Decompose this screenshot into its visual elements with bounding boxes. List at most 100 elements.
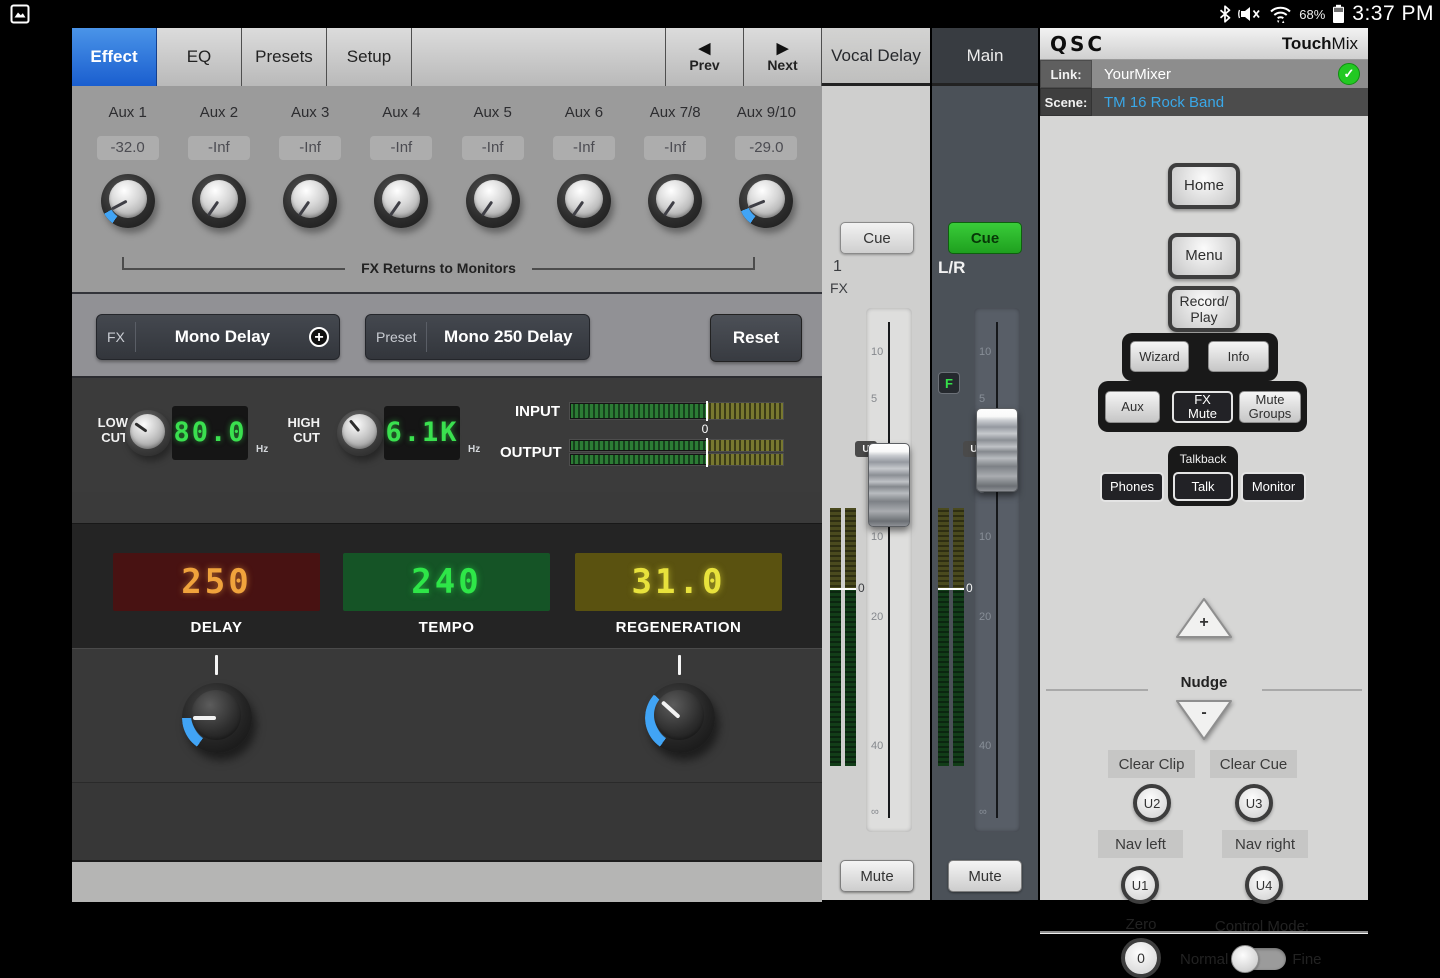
next-button[interactable]: ▶ Next [744, 28, 822, 86]
aux-value-field[interactable]: -Inf [279, 136, 341, 160]
aux-send-knob[interactable] [739, 174, 793, 228]
regeneration-knob[interactable] [645, 683, 715, 753]
fx-returns-section: Aux 1 -32.0 Aux 2 -Inf Aux 3 -Inf [72, 86, 822, 292]
strip-title: Vocal Delay [822, 28, 930, 86]
fader-handle[interactable] [976, 408, 1018, 492]
nudge-down-button[interactable]: - [1174, 698, 1234, 747]
aux-send-knob[interactable] [283, 174, 337, 228]
prev-button[interactable]: ◀ Prev [666, 28, 744, 86]
link-row: Link: YourMixer ✓ [1040, 60, 1368, 88]
aux-label: Aux 1 [108, 104, 146, 126]
aux-label: Aux 5 [473, 104, 511, 126]
aux-send-knob[interactable] [374, 174, 428, 228]
link-connected-check-icon: ✓ [1338, 63, 1360, 85]
aux-value-field[interactable]: -Inf [553, 136, 615, 160]
preset-tag: Preset [366, 322, 427, 353]
brand-header: QSC TouchMix [1040, 28, 1368, 60]
aux-value-field[interactable]: -Inf [188, 136, 250, 160]
home-button[interactable]: Home [1168, 163, 1240, 209]
phones-button[interactable]: Phones [1100, 472, 1164, 502]
scale-10: 10 [871, 346, 883, 358]
zero-button[interactable]: 0 [1121, 938, 1161, 978]
next-arrow-icon: ▶ [777, 41, 789, 57]
aux-channel-78: Aux 7/8 -Inf [630, 104, 721, 228]
talk-button[interactable]: Talk [1173, 472, 1233, 501]
clear-cue-label: Clear Cue [1210, 750, 1297, 778]
tab-presets[interactable]: Presets [242, 28, 327, 86]
tab-effect[interactable]: Effect [72, 28, 157, 86]
nudge-up-button[interactable]: + [1174, 596, 1234, 645]
nav-left-label: Nav left [1098, 830, 1183, 858]
user-button-u4[interactable]: U4 [1245, 866, 1283, 904]
control-panel-body: Home Menu Record/ Play Wizard Info Aux F… [1040, 116, 1368, 900]
aux-label: Aux 9/10 [737, 104, 796, 126]
control-mode-toggle[interactable] [1234, 948, 1286, 970]
high-cut-unit: Hz [468, 444, 480, 455]
aux-send-knob[interactable] [466, 174, 520, 228]
aux-value-field[interactable]: -Inf [462, 136, 524, 160]
reset-button[interactable]: Reset [710, 314, 802, 362]
scene-value[interactable]: TM 16 Rock Band [1104, 94, 1368, 111]
meter-zero-label: 0 [858, 581, 865, 595]
info-button[interactable]: Info [1208, 341, 1269, 372]
record-play-button[interactable]: Record/ Play [1168, 286, 1240, 332]
aux-send-knob[interactable] [648, 174, 702, 228]
fader-track[interactable] [866, 308, 912, 832]
scale-40: 40 [871, 740, 883, 752]
aux-value-field[interactable]: -Inf [370, 136, 432, 160]
nudge-plus-label: + [1174, 614, 1234, 632]
toggle-knob[interactable] [1231, 945, 1259, 973]
fader-track[interactable] [974, 308, 1020, 832]
channel-type: FX [830, 280, 848, 296]
tempo-caption: TEMPO [343, 619, 550, 636]
tab-eq[interactable]: EQ [157, 28, 242, 86]
fx-type-selector[interactable]: FX Mono Delay + [96, 314, 340, 360]
aux-button[interactable]: Aux [1105, 391, 1160, 423]
fader-handle[interactable] [868, 443, 910, 527]
fx-preset-selector[interactable]: Preset Mono 250 Delay [365, 314, 590, 360]
aux-send-knob[interactable] [557, 174, 611, 228]
wizard-button[interactable]: Wizard [1130, 341, 1189, 372]
mute-groups-button[interactable]: Mute Groups [1239, 391, 1301, 423]
tempo-display: 240 [343, 553, 550, 611]
meter-zero-label: 0 [696, 422, 714, 436]
screenshot-notification-icon [10, 4, 30, 24]
monitor-button[interactable]: Monitor [1241, 472, 1306, 502]
talkback-label: Talkback [1168, 452, 1238, 466]
output-meter-left [570, 440, 783, 451]
clock: 3:37 PM [1352, 2, 1434, 26]
aux-send-knob[interactable] [192, 174, 246, 228]
scale-10: 10 [979, 346, 991, 358]
fine-mode-badge[interactable]: F [938, 372, 960, 394]
scale-5: 5 [871, 393, 877, 405]
low-cut-knob[interactable] [125, 410, 171, 456]
delay-knob[interactable] [182, 683, 252, 753]
aux-send-knob[interactable] [101, 174, 155, 228]
user-button-u3[interactable]: U3 [1235, 784, 1273, 822]
fx-mute-button-active[interactable]: FX Mute [1172, 391, 1233, 423]
cue-button-active[interactable]: Cue [948, 222, 1022, 254]
aux-value-field[interactable]: -29.0 [735, 136, 797, 160]
fx-selector-row: FX Mono Delay + Preset Mono 250 Delay Re… [72, 292, 822, 378]
aux-value-field[interactable]: -32.0 [97, 136, 159, 160]
aux-label: Aux 6 [565, 104, 603, 126]
zero-label: Zero [1111, 916, 1171, 933]
qsc-logo: QSC [1050, 32, 1105, 56]
scale-20: 20 [979, 611, 991, 623]
menu-button[interactable]: Menu [1168, 233, 1240, 279]
high-cut-label: HIGH CUT [272, 415, 320, 445]
meter-zero-label: 0 [966, 581, 973, 595]
aux-channel-3: Aux 3 -Inf [265, 104, 356, 228]
user-button-u2[interactable]: U2 [1133, 784, 1171, 822]
mute-button[interactable]: Mute [840, 860, 914, 892]
cue-button[interactable]: Cue [840, 222, 914, 254]
high-cut-knob[interactable] [337, 410, 383, 456]
battery-percent: 68% [1299, 7, 1325, 22]
fine-label: Fine [1292, 951, 1321, 968]
mute-button[interactable]: Mute [948, 860, 1022, 892]
aux-value-field[interactable]: -Inf [644, 136, 706, 160]
tab-setup[interactable]: Setup [327, 28, 412, 86]
control-mode-toggle-row: Normal Fine [1180, 948, 1322, 970]
delay-display: 250 [113, 553, 320, 611]
user-button-u1[interactable]: U1 [1121, 866, 1159, 904]
